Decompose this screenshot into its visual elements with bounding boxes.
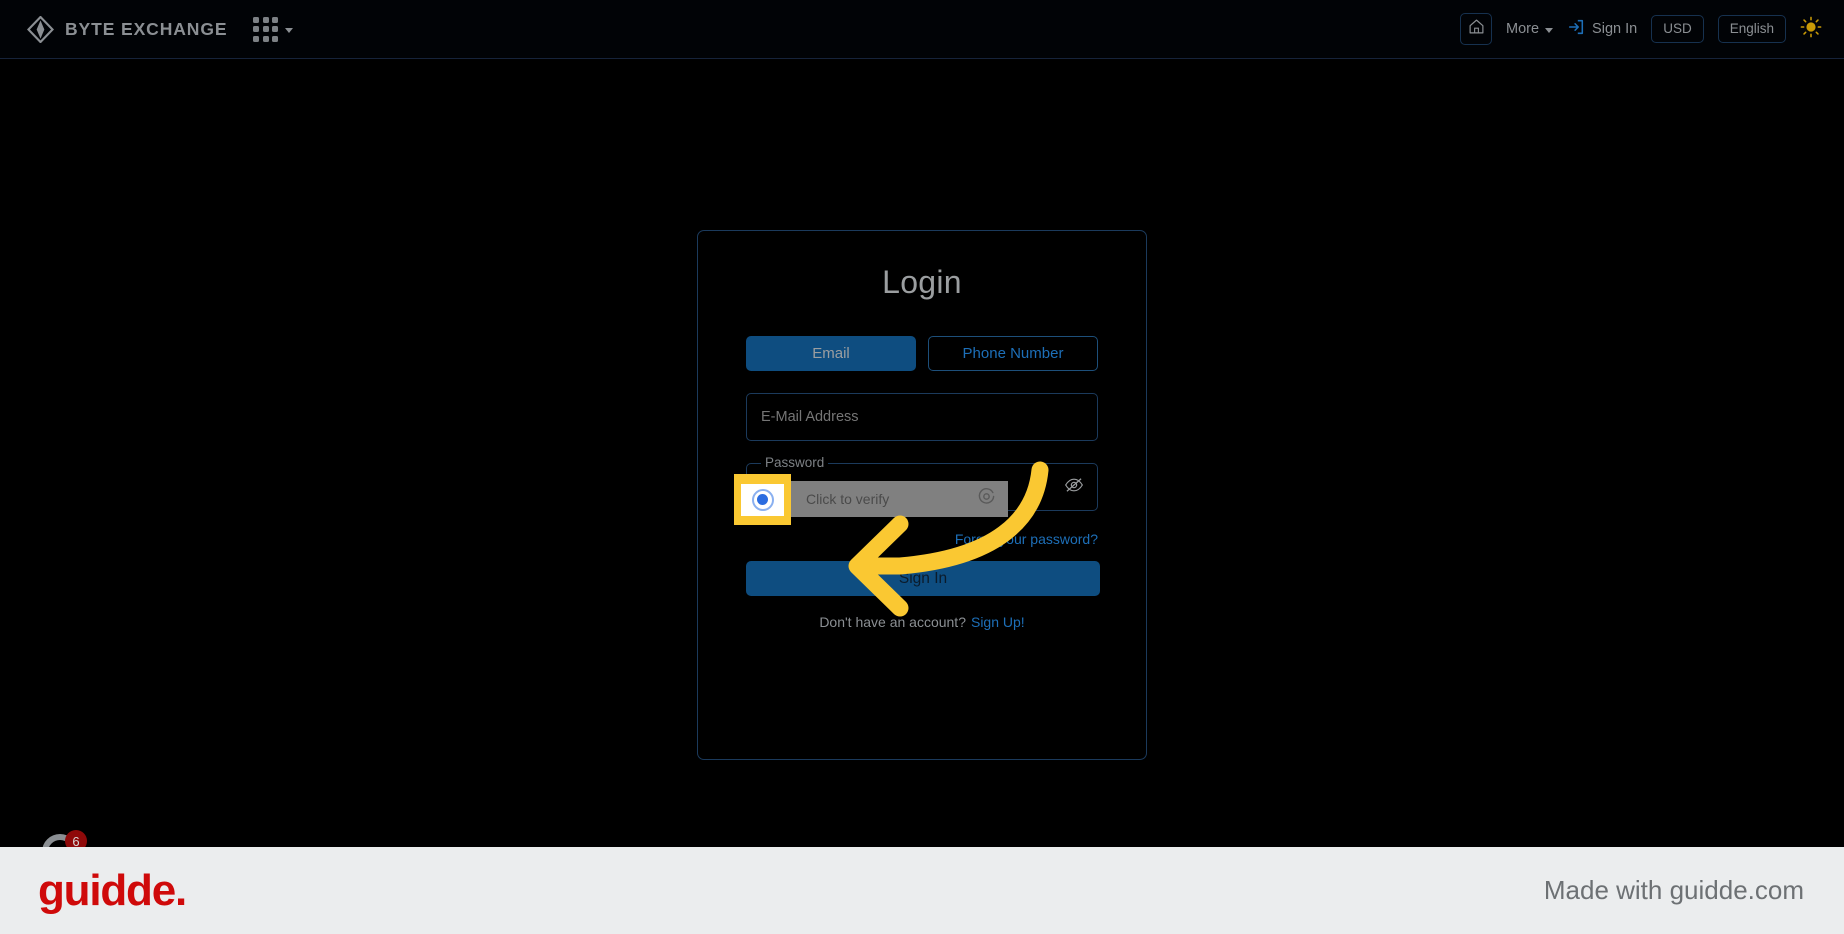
chevron-down-icon xyxy=(1545,27,1554,33)
more-menu-button[interactable]: More xyxy=(1506,21,1554,37)
tab-phone-number[interactable]: Phone Number xyxy=(928,336,1098,371)
refresh-icon xyxy=(977,487,996,511)
more-label: More xyxy=(1506,21,1540,37)
forgot-password-link[interactable]: Forgot your password? xyxy=(955,531,1098,547)
byte-exchange-diamond-logo-icon xyxy=(27,15,54,43)
eye-slash-icon xyxy=(1064,475,1084,500)
sign-in-submit-button[interactable]: Sign In xyxy=(746,561,1100,596)
home-icon xyxy=(1468,18,1485,40)
captcha-checkbox-highlight[interactable] xyxy=(734,474,791,525)
currency-selector[interactable]: USD xyxy=(1651,14,1704,44)
apps-grid-icon xyxy=(253,16,279,42)
made-with-guidde-text: Made with guidde.com xyxy=(1543,875,1804,905)
tab-email[interactable]: Email xyxy=(746,336,916,371)
chevron-down-icon xyxy=(285,27,294,33)
header-actions: More Sign In USD English xyxy=(1460,13,1822,45)
guidde-logo: guidde. xyxy=(38,865,187,915)
signup-prompt-row: Don't have an account? Sign Up! xyxy=(698,614,1146,630)
toggle-password-visibility-button[interactable] xyxy=(1062,475,1086,499)
login-method-tabs: Email Phone Number xyxy=(746,336,1098,371)
captcha-text: Click to verify xyxy=(806,491,890,507)
language-selector[interactable]: English xyxy=(1717,14,1786,44)
sign-in-arrow-icon xyxy=(1567,18,1585,40)
email-input[interactable] xyxy=(747,394,1097,440)
signup-prompt-text: Don't have an account? xyxy=(819,614,966,630)
apps-menu-button[interactable] xyxy=(253,16,294,42)
sign-up-link[interactable]: Sign Up! xyxy=(971,614,1025,630)
sun-icon xyxy=(1800,16,1822,43)
brand-logo[interactable]: BYTE EXCHANGE xyxy=(27,15,228,43)
captcha-checkbox[interactable] xyxy=(741,483,784,516)
footer-bar: guidde. Made with guidde.com xyxy=(0,847,1844,934)
header-sign-in-button[interactable]: Sign In xyxy=(1567,18,1637,40)
login-card: Login Email Phone Number Password Click … xyxy=(697,230,1147,760)
page-title: Login xyxy=(882,264,962,300)
brand-name: BYTE EXCHANGE xyxy=(65,18,228,39)
email-field-wrapper xyxy=(746,393,1098,441)
home-button[interactable] xyxy=(1460,13,1492,45)
theme-toggle-button[interactable] xyxy=(1800,16,1822,43)
top-navigation-bar: BYTE EXCHANGE More Sign In USD English xyxy=(0,0,1844,59)
captcha-refresh-button[interactable] xyxy=(977,487,996,511)
sign-in-label: Sign In xyxy=(1592,21,1638,37)
radio-checked-icon xyxy=(751,488,774,511)
